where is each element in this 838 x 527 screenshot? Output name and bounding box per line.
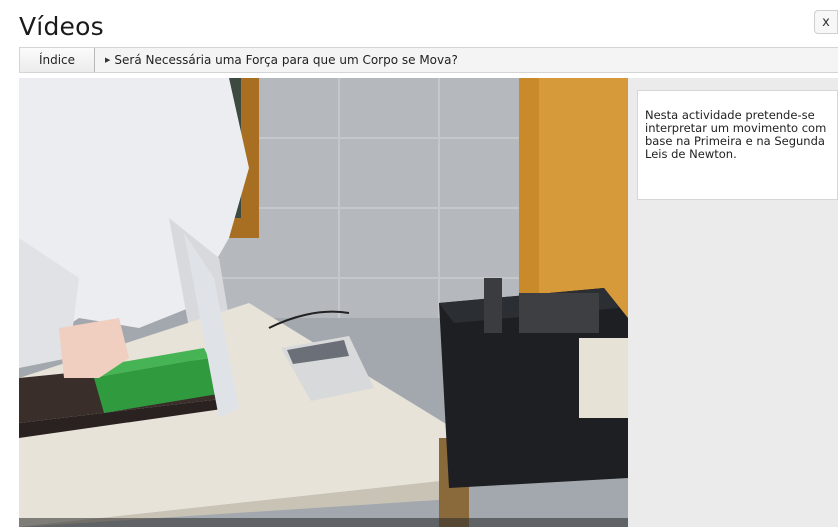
video-frame <box>19 78 628 527</box>
close-button[interactable]: x <box>814 10 838 34</box>
breadcrumb-arrow-icon: ▶ <box>105 56 111 64</box>
video-player[interactable] <box>19 78 628 527</box>
breadcrumb-current: Será Necessária uma Força para que um Co… <box>114 53 458 67</box>
index-button[interactable]: Índice <box>20 48 95 72</box>
page-title: Vídeos <box>19 12 104 41</box>
description-box: Nesta actividade pretende-se interpretar… <box>637 90 838 200</box>
breadcrumb: Índice ▶ Será Necessária uma Força para … <box>19 47 838 73</box>
